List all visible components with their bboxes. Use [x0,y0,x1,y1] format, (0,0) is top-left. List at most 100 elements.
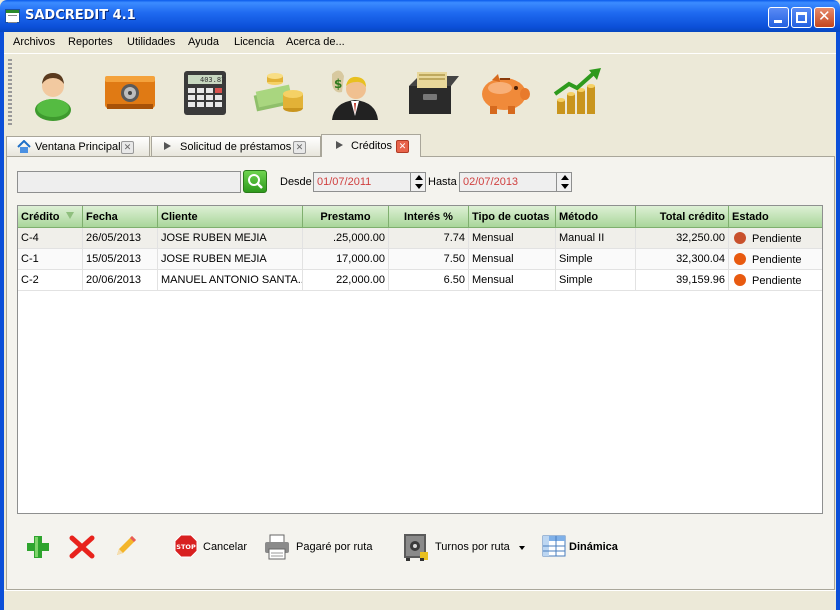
cell-fecha: 15/05/2013 [83,249,158,270]
cell-interes: 7.74 [389,228,469,249]
cell-estado: Pendiente [729,249,822,270]
menu-acerca[interactable]: Acerca de... [286,36,345,48]
tab-strip: Ventana Principal ✕ Solicitud de préstam… [4,133,836,157]
column-header-prestamo[interactable]: Prestamo [303,206,389,228]
main-toolbar: 403.87 $ [4,53,836,130]
tab-label: Créditos [351,140,392,152]
search-input[interactable] [17,171,241,193]
hasta-label: Hasta [428,176,457,188]
tab-creditos[interactable]: Créditos ✕ [321,134,421,157]
edit-button[interactable] [113,533,139,562]
app-icon [5,9,20,23]
coin-growth-icon[interactable] [551,64,609,122]
window-frame-right [836,32,840,610]
calculator-icon[interactable]: 403.87 [176,64,234,122]
close-button[interactable]: ✕ [814,7,835,28]
status-dot-icon [734,274,746,286]
piggy-bank-icon[interactable] [476,64,534,122]
menu-archivos[interactable]: Archivos [13,36,55,48]
menu-utilidades[interactable]: Utilidades [127,36,175,48]
column-header-metodo[interactable]: Método [556,206,636,228]
cell-credito: C-4 [18,228,83,249]
table-row[interactable]: C-2 20/06/2013 MANUEL ANTONIO SANTA... 2… [18,270,822,291]
pagare-label: Pagaré por ruta [296,541,373,553]
svg-text:$: $ [334,77,342,91]
column-header-tipo-cuotas[interactable]: Tipo de cuotas [469,206,556,228]
menu-ayuda[interactable]: Ayuda [188,36,219,48]
cell-interes: 7.50 [389,249,469,270]
money-stack-icon[interactable] [251,64,309,122]
cell-fecha: 20/06/2013 [83,270,158,291]
cancel-label: Cancelar [203,541,248,553]
cell-cliente: JOSE RUBEN MEJIA [158,249,303,270]
desde-date-field[interactable]: 01/07/2011 [313,172,411,192]
filter-icon[interactable] [66,212,74,219]
status-label: Pendiente [752,254,802,266]
play-icon [336,141,343,149]
plus-icon [27,536,49,558]
pivot-table-icon [542,535,566,557]
cell-estado: Pendiente [729,270,822,291]
cell-metodo: Simple [556,270,636,291]
cell-metodo: Manual II [556,228,636,249]
tab-solicitud-prestamos[interactable]: Solicitud de préstamos ✕ [151,136,321,156]
toolbar-grip[interactable] [8,59,12,125]
close-tab-icon[interactable]: ✕ [396,140,409,153]
stop-icon: STOP [174,534,198,558]
search-button[interactable] [243,170,267,193]
cell-fecha: 26/05/2013 [83,228,158,249]
status-label: Pendiente [752,233,802,245]
client-icon[interactable] [24,64,82,122]
svg-text:STOP: STOP [176,543,196,551]
column-header-fecha[interactable]: Fecha [83,206,158,228]
menu-bar: Archivos Reportes Utilidades Ayuda Licen… [4,33,836,53]
maximize-button[interactable] [791,7,812,28]
table-row[interactable]: C-1 15/05/2013 JOSE RUBEN MEJIA 17,000.0… [18,249,822,270]
cell-credito: C-1 [18,249,83,270]
safe-icon [404,534,428,561]
play-icon [164,142,171,150]
desde-spinner[interactable] [410,172,426,192]
delete-x-icon [69,535,95,559]
column-header-interes[interactable]: Interés % [389,206,469,228]
delete-button[interactable] [69,535,95,562]
status-dot-icon [734,232,746,244]
tab-label: Ventana Principal [35,141,121,153]
title-bar: SADCREDIT 4.1 ✕ [0,0,840,32]
menu-reportes[interactable]: Reportes [68,36,113,48]
tab-label: Solicitud de préstamos [180,141,292,153]
column-header-cliente[interactable]: Cliente [158,206,303,228]
file-drawer-icon[interactable] [401,64,459,122]
calculator-display: 403.87 [200,76,226,84]
minimize-button[interactable] [768,7,789,28]
cell-total-credito: 32,300.04 [636,249,729,270]
table-row[interactable]: C-4 26/05/2013 JOSE RUBEN MEJIA .25,000.… [18,228,822,249]
status-dot-icon [734,253,746,265]
close-tab-icon[interactable]: ✕ [121,141,134,154]
creditos-table: Crédito Fecha Cliente Prestamo Interés %… [17,205,823,514]
cell-estado: Pendiente [729,228,822,249]
tab-ventana-principal[interactable]: Ventana Principal ✕ [6,136,150,156]
column-header-credito[interactable]: Crédito [18,206,83,228]
column-header-total-credito[interactable]: Total crédito [636,206,729,228]
pencil-icon [117,536,136,555]
menu-licencia[interactable]: Licencia [234,36,274,48]
desde-label: Desde [280,176,312,188]
cell-interes: 6.50 [389,270,469,291]
dropdown-arrow-icon[interactable] [519,546,525,550]
safe-drawer-icon[interactable] [101,64,159,122]
cell-total-credito: 39,159.96 [636,270,729,291]
close-tab-icon[interactable]: ✕ [293,141,306,154]
hasta-date-field[interactable]: 02/07/2013 [459,172,557,192]
dinamica-label: Dinámica [569,541,618,553]
businessman-money-icon[interactable]: $ [326,64,384,122]
hasta-spinner[interactable] [556,172,572,192]
cell-prestamo: 22,000.00 [303,270,389,291]
cell-tipo-cuotas: Mensual [469,270,556,291]
cell-credito: C-2 [18,270,83,291]
window-title: SADCREDIT 4.1 [25,8,136,23]
column-header-estado[interactable]: Estado [729,206,822,228]
cell-cliente: MANUEL ANTONIO SANTA... [158,270,303,291]
add-button[interactable] [25,534,51,563]
cell-tipo-cuotas: Mensual [469,249,556,270]
